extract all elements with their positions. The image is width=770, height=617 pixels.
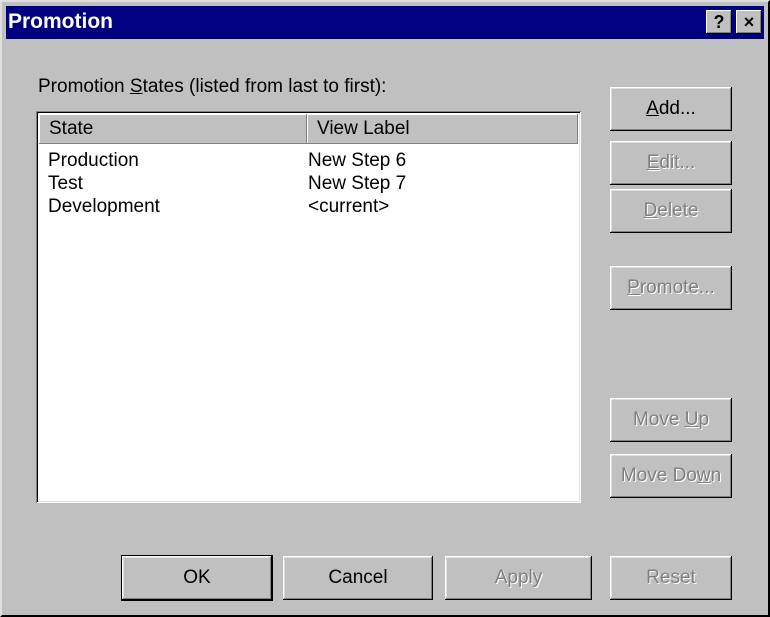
close-icon[interactable]: × — [736, 10, 762, 34]
state-cell: Development — [48, 196, 160, 217]
view-label-cell: New Step 6 — [308, 150, 407, 171]
promotion-states-label: Promotion States (listed from last to fi… — [38, 76, 387, 97]
promote-button[interactable]: Promote... — [610, 266, 732, 310]
move-up-button[interactable]: Move Up — [610, 398, 732, 442]
promotion-states-list[interactable]: State View Label Production New Step 6 T… — [36, 111, 581, 503]
move-down-button[interactable]: Move Down — [610, 454, 732, 498]
column-header-state[interactable]: State — [39, 114, 307, 144]
title-bar[interactable]: Promotion ? × — [6, 6, 764, 39]
window-title: Promotion — [8, 10, 113, 33]
ok-button[interactable]: OK — [122, 556, 272, 600]
promotion-dialog: Promotion ? × Promotion States (listed f… — [0, 0, 770, 617]
view-label-cell: <current> — [308, 196, 390, 217]
edit-button[interactable]: Edit... — [610, 141, 732, 185]
state-cell: Production — [48, 150, 139, 171]
delete-button[interactable]: Delete — [610, 189, 732, 233]
view-label-cell: New Step 7 — [308, 173, 407, 194]
state-cell: Test — [48, 173, 83, 194]
cancel-button[interactable]: Cancel — [283, 556, 433, 600]
reset-button[interactable]: Reset — [610, 556, 732, 600]
apply-button[interactable]: Apply — [445, 556, 592, 600]
add-button[interactable]: Add... — [610, 87, 732, 131]
column-header-view-label[interactable]: View Label — [307, 114, 578, 144]
help-icon[interactable]: ? — [706, 10, 732, 34]
